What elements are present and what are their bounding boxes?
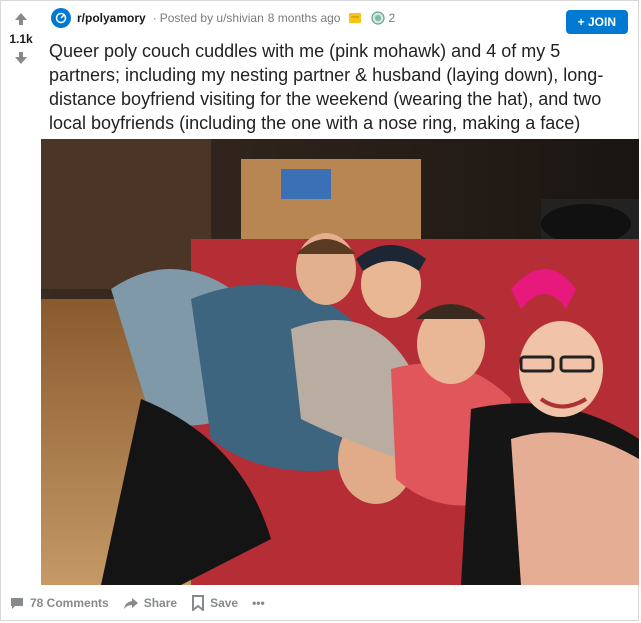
- vote-column: 1.1k: [1, 1, 41, 620]
- share-button[interactable]: Share: [123, 595, 177, 611]
- subreddit-link[interactable]: r/polyamory: [77, 11, 146, 25]
- save-button[interactable]: Save: [191, 595, 238, 611]
- more-icon[interactable]: •••: [252, 596, 265, 610]
- share-icon: [123, 598, 138, 609]
- subreddit-icon[interactable]: [51, 8, 71, 28]
- comments-button[interactable]: 78 Comments: [9, 595, 109, 611]
- save-icon: [192, 595, 205, 611]
- vote-score: 1.1k: [9, 32, 33, 46]
- award-count: 2: [388, 11, 396, 25]
- share-label: Share: [143, 596, 178, 610]
- gold-award-icon[interactable]: [348, 11, 362, 25]
- silver-award-icon[interactable]: [370, 10, 386, 26]
- join-button[interactable]: + JOIN: [565, 10, 628, 34]
- save-label: Save: [210, 596, 239, 610]
- post-image[interactable]: [41, 139, 639, 585]
- downvote-arrow-icon[interactable]: [11, 49, 31, 67]
- post-content: r/polyamory · Posted by u/shivian 8 mont…: [41, 1, 638, 135]
- comments-label: 78 Comments: [30, 596, 109, 610]
- post-card: 1.1k r/polyamory · Posted by u/shivian 8…: [0, 0, 639, 621]
- post-time: 8 months ago: [267, 11, 341, 25]
- posted-by[interactable]: Posted by u/shivian: [160, 11, 264, 25]
- post-title[interactable]: Queer poly couch cuddles with me (pink m…: [49, 39, 628, 135]
- meta-separator: ·: [152, 11, 157, 25]
- comment-icon: [11, 598, 23, 609]
- upvote-arrow-icon[interactable]: [11, 10, 31, 28]
- post-meta: r/polyamory · Posted by u/shivian 8 mont…: [41, 1, 638, 35]
- post-actions: 78 Comments Share Save •••: [9, 591, 279, 615]
